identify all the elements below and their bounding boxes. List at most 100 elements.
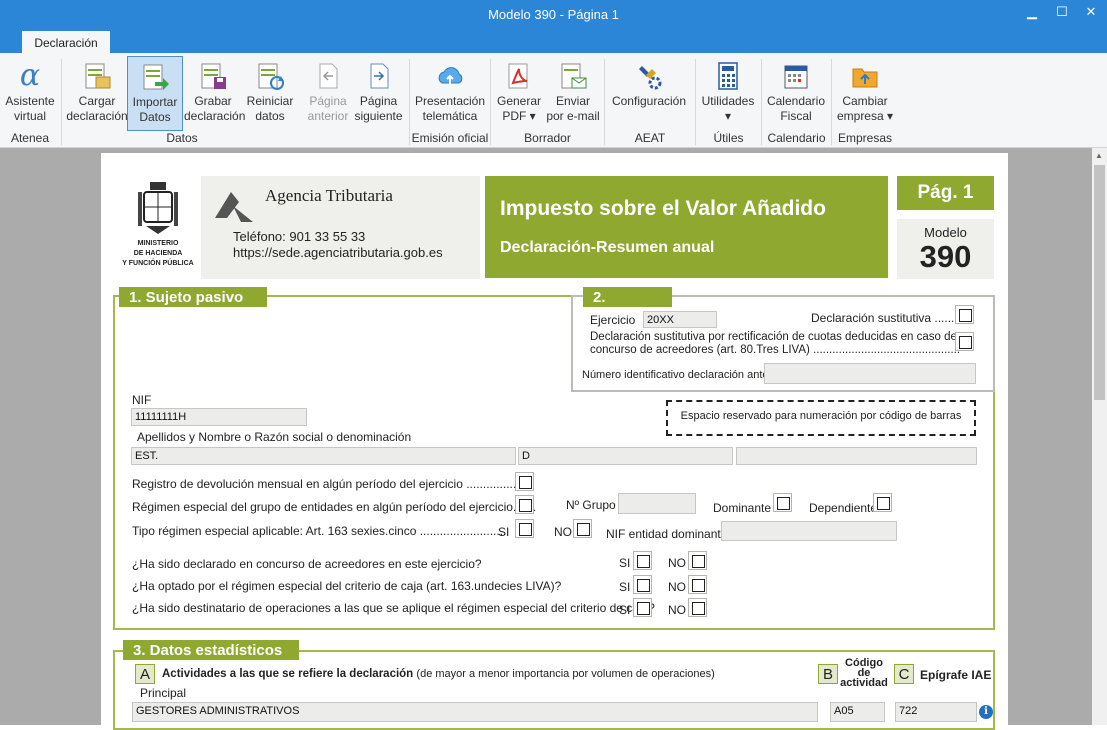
presentacion-telematica-button[interactable]: Presentación telemática	[413, 56, 487, 128]
previous-page-icon	[313, 61, 343, 91]
concurso-si-checkbox[interactable]	[633, 551, 652, 570]
rectificacion-checkbox[interactable]	[955, 332, 974, 351]
presentacion-label-2: telemática	[422, 109, 478, 123]
cambiar-empresa-button[interactable]: Cambiar empresa ▾	[836, 56, 894, 128]
title-bar: Modelo 390 - Página 1 ▁ ☐ ✕	[0, 0, 1107, 28]
utilidades-label: Utilidades	[701, 94, 755, 108]
cargar-label-2: declaración	[66, 109, 128, 123]
actividad-principal-field[interactable]: GESTORES ADMINISTRATIVOS	[132, 702, 818, 722]
name-label: Apellidos y Nombre o Razón social o deno…	[137, 430, 412, 444]
atenea-alpha-icon: α	[19, 58, 41, 93]
form-subtitle: Declaración-Resumen anual	[500, 239, 715, 256]
group-label-utiles: Útiles	[713, 131, 744, 145]
dominante-checkbox[interactable]	[773, 493, 792, 512]
principal-label: Principal	[140, 686, 187, 700]
codigo-actividad-field[interactable]: A05	[830, 702, 885, 722]
form-title: Impuesto sobre el Valor Añadido	[500, 197, 826, 220]
ribbon-tab-row: Declaración	[0, 28, 1107, 53]
configuracion-label: Configuración	[611, 94, 687, 108]
destinatario-si-checkbox[interactable]	[633, 598, 652, 617]
cloud-upload-icon	[435, 61, 465, 91]
rectificacion-label-2: concurso de acreedores (art. 80.Tres LIV…	[590, 344, 961, 356]
q-destinatario-caja: ¿Ha sido destinatario de operaciones a l…	[132, 601, 655, 615]
scrollbar-thumb[interactable]	[1094, 165, 1105, 400]
concurso-no-checkbox[interactable]	[688, 551, 707, 570]
anterior-label-2: anterior	[307, 109, 349, 123]
calculator-icon	[713, 61, 743, 91]
configuracion-button[interactable]: Configuración	[608, 56, 690, 128]
save-document-icon	[198, 61, 228, 91]
modelo-label: Modelo	[924, 225, 967, 240]
tab-declaracion[interactable]: Declaración	[22, 31, 110, 53]
ministry-line-2: DE HACIENDA	[133, 250, 183, 257]
asistente-virtual-button[interactable]: α Asistente virtual	[3, 56, 57, 128]
nif-field[interactable]: 11111111H	[131, 408, 307, 426]
num-declaracion-label: Número identificativo declaración anteri…	[582, 369, 785, 381]
grupo-field[interactable]	[618, 493, 696, 514]
name-field-1[interactable]: EST.	[131, 447, 516, 465]
utilidades-button[interactable]: Utilidades ▾	[699, 56, 757, 128]
reset-data-icon	[255, 61, 285, 91]
tipo-regimen-no-checkbox[interactable]	[573, 519, 592, 538]
regimen-grupo-checkbox[interactable]	[515, 495, 534, 514]
grabar-label-2: declaración	[184, 109, 246, 123]
importar-label-2: Datos	[139, 110, 171, 124]
pagina-siguiente-button[interactable]: Página siguiente	[352, 56, 405, 128]
reiniciar-datos-button[interactable]: Reiniciar datos	[243, 56, 297, 128]
devolucion-mensual-checkbox[interactable]	[515, 472, 534, 491]
criterio-caja-no-checkbox[interactable]	[688, 575, 707, 594]
q-tipo-regimen: Tipo régimen especial aplicable: Art. 16…	[132, 524, 507, 538]
sustitutiva-checkbox[interactable]	[955, 305, 974, 324]
name-field-2[interactable]: D	[518, 447, 733, 465]
scroll-up-icon[interactable]: ▲	[1095, 151, 1103, 160]
pagina-anterior-button[interactable]: Página anterior	[304, 56, 352, 128]
q-regimen-grupo: Régimen especial del grupo de entidades …	[132, 500, 537, 514]
actividades-note: (de mayor a menor importancia por volume…	[416, 668, 715, 680]
section-1-title: 1. Sujeto pasivo	[119, 287, 267, 307]
generar-pdf-button[interactable]: Generar PDF ▾	[494, 56, 544, 128]
nif-dominante-field[interactable]	[721, 521, 897, 541]
codigo-line-3: actividad	[840, 677, 888, 689]
next-page-icon	[364, 61, 394, 91]
agency-name: Agencia Tributaria	[265, 186, 393, 205]
cargar-declaracion-button[interactable]: Cargar declaración	[66, 56, 128, 128]
importar-datos-button[interactable]: Importar Datos	[127, 56, 183, 131]
folder-upload-icon	[850, 61, 880, 91]
num-declaracion-field[interactable]	[764, 363, 976, 384]
letter-b-badge: B	[818, 664, 838, 684]
name-field-3[interactable]	[736, 447, 977, 465]
barcode-area: Espacio reservado para numeración por có…	[666, 400, 976, 436]
section-3-title: 3. Datos estadísticos	[123, 640, 299, 660]
maximize-button[interactable]: ☐	[1052, 4, 1072, 22]
generar-label-2: PDF ▾	[502, 109, 536, 123]
agency-url: https://sede.agenciatributaria.gob.es	[233, 245, 443, 260]
calendario-label-2: Fiscal	[780, 109, 812, 123]
generar-label: Generar	[496, 94, 542, 108]
ejercicio-field[interactable]: 20XX	[643, 311, 717, 328]
calendar-icon	[781, 61, 811, 91]
import-data-icon	[140, 62, 170, 92]
concurso-si-label: SI	[619, 556, 631, 570]
group-label-calendario: Calendario	[767, 131, 826, 145]
reiniciar-label-2: datos	[255, 109, 285, 123]
grabar-declaracion-button[interactable]: Grabar declaración	[184, 56, 246, 128]
ministry-line-1: MINISTERIO	[137, 240, 179, 247]
enviar-email-button[interactable]: Enviar por e-mail	[546, 56, 600, 128]
rectificacion-label-1: Declaración sustitutiva por rectificació…	[590, 331, 957, 343]
destinatario-no-checkbox[interactable]	[688, 598, 707, 617]
criterio-caja-si-checkbox[interactable]	[633, 575, 652, 594]
minimize-button[interactable]: ▁	[1022, 4, 1042, 22]
close-button[interactable]: ✕	[1081, 4, 1101, 22]
epigrafe-field[interactable]: 722	[895, 702, 977, 722]
calendario-fiscal-button[interactable]: Calendario Fiscal	[765, 56, 827, 128]
dependiente-checkbox[interactable]	[873, 493, 892, 512]
codigo-actividad-label: Código de actividad	[840, 658, 888, 689]
tipo-regimen-si-checkbox[interactable]	[515, 519, 534, 538]
info-icon[interactable]: i	[979, 705, 993, 719]
asistente-label-2: virtual	[13, 109, 46, 123]
actividades-heading: Actividades a las que se refiere la decl…	[162, 668, 414, 680]
q-concurso: ¿Ha sido declarado en concurso de acreed…	[132, 557, 482, 571]
email-document-icon	[558, 61, 588, 91]
tipo-regimen-no-label: NO	[554, 525, 572, 539]
grupo-label: Nº Grupo	[566, 498, 616, 512]
